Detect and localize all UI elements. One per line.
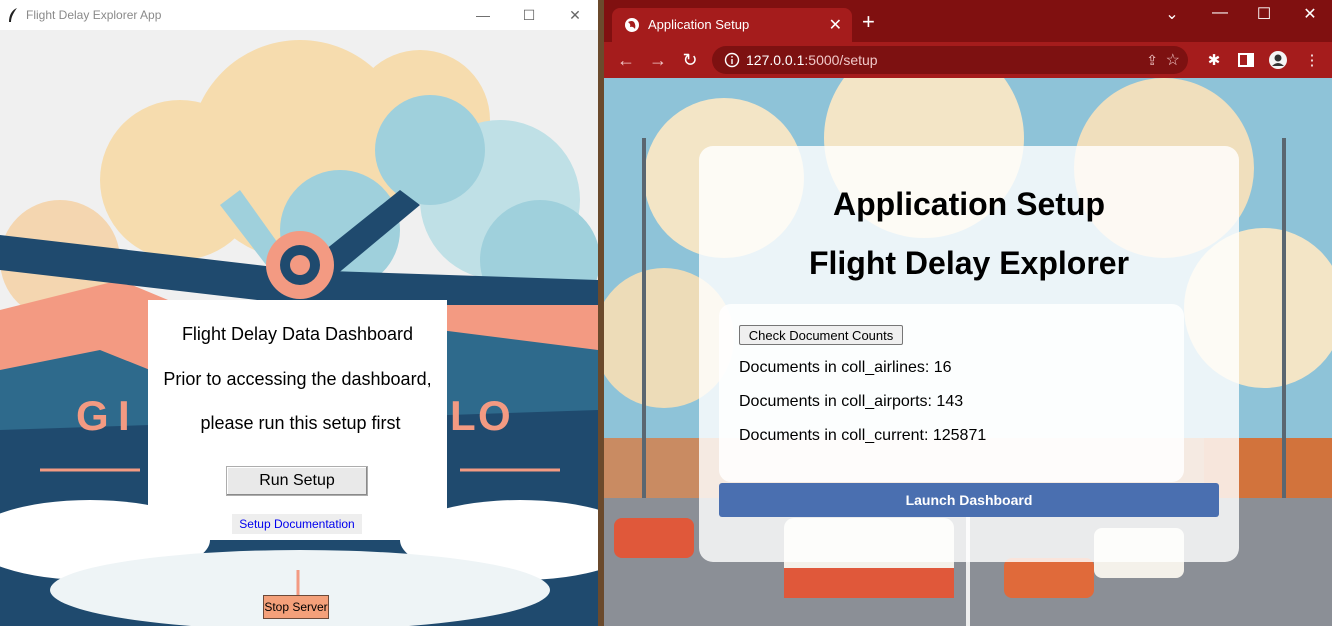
panel-instruction-line2: please run this setup first	[200, 413, 401, 433]
info-icon[interactable]	[724, 52, 740, 68]
extensions-icon[interactable]: ✱	[1204, 50, 1224, 70]
profile-avatar[interactable]	[1268, 50, 1288, 70]
minimize-button[interactable]: —	[1200, 4, 1240, 22]
reload-icon[interactable]: ↻	[678, 48, 702, 72]
setup-documentation-link[interactable]: Setup Documentation	[232, 514, 362, 534]
background-letter-o: O	[478, 392, 511, 439]
tab-close-icon[interactable]: ✕	[829, 15, 842, 35]
page-viewport: Application Setup Flight Delay Explorer …	[604, 78, 1332, 626]
tk-titlebar: Flight Delay Explorer App — ☐ ✕	[0, 0, 598, 30]
launch-dashboard-button[interactable]: Launch Dashboard	[719, 483, 1219, 517]
count-current: Documents in coll_current: 125871	[739, 427, 987, 444]
new-tab-icon[interactable]: +	[862, 11, 875, 33]
menu-kebab-icon[interactable]: ⋮	[1302, 50, 1322, 70]
maximize-button[interactable]: ☐	[506, 0, 552, 30]
page-title: Application Setup	[833, 186, 1105, 222]
maximize-button[interactable]: ☐	[1244, 4, 1284, 24]
setup-panel: Flight Delay Data Dashboard Prior to acc…	[148, 300, 447, 540]
back-arrow-icon[interactable]: ←	[614, 48, 638, 72]
background-letter-i: I	[118, 392, 130, 439]
feather-icon	[9, 8, 17, 22]
minimize-button[interactable]: —	[460, 0, 506, 30]
url-path: :5000/setup	[804, 52, 878, 68]
url-host: 127.0.0.1	[746, 52, 805, 68]
close-button[interactable]: ✕	[1290, 4, 1330, 24]
side-panel-icon[interactable]	[1236, 50, 1256, 70]
share-icon[interactable]: ⇪	[1146, 52, 1158, 69]
globe-icon	[625, 18, 639, 32]
run-setup-button[interactable]: Run Setup	[226, 466, 368, 496]
browser-toolbar: ← → ↻ 127.0.0.1:5000/setup ⇪ ☆ ✱ ⋮	[604, 42, 1332, 78]
background-letter-g: G	[76, 392, 109, 439]
background-letter-l: L	[450, 392, 476, 439]
tk-app-window: Flight Delay Explorer App — ☐ ✕ G I L O …	[0, 0, 598, 626]
browser-window: Application Setup ✕ + ⌄ — ☐ ✕ ← → ↻ 127.…	[604, 0, 1332, 626]
window-title: Flight Delay Explorer App	[26, 8, 162, 22]
tab-title: Application Setup	[648, 17, 750, 32]
tab-search-icon[interactable]: ⌄	[1152, 4, 1192, 24]
url-text[interactable]: 127.0.0.1:5000/setup	[746, 52, 878, 68]
count-airlines: Documents in coll_airlines: 16	[739, 359, 952, 376]
bookmark-star-icon[interactable]: ☆	[1166, 50, 1180, 70]
tab-application-setup[interactable]: Application Setup ✕	[612, 8, 852, 42]
stop-server-button[interactable]: Stop Server	[263, 595, 329, 619]
panel-heading: Flight Delay Data Dashboard	[181, 324, 414, 344]
panel-instruction-line1: Prior to accessing the dashboard,	[163, 369, 432, 389]
count-airports: Documents in coll_airports: 143	[739, 393, 964, 410]
address-bar[interactable]: 127.0.0.1:5000/setup ⇪ ☆	[712, 46, 1188, 74]
page-subtitle: Flight Delay Explorer	[808, 245, 1130, 281]
check-document-counts-button[interactable]: Check Document Counts	[739, 325, 903, 345]
forward-arrow-icon[interactable]: →	[646, 48, 670, 72]
close-button[interactable]: ✕	[552, 0, 598, 30]
tab-strip: Application Setup ✕ + ⌄ — ☐ ✕	[604, 0, 1332, 42]
